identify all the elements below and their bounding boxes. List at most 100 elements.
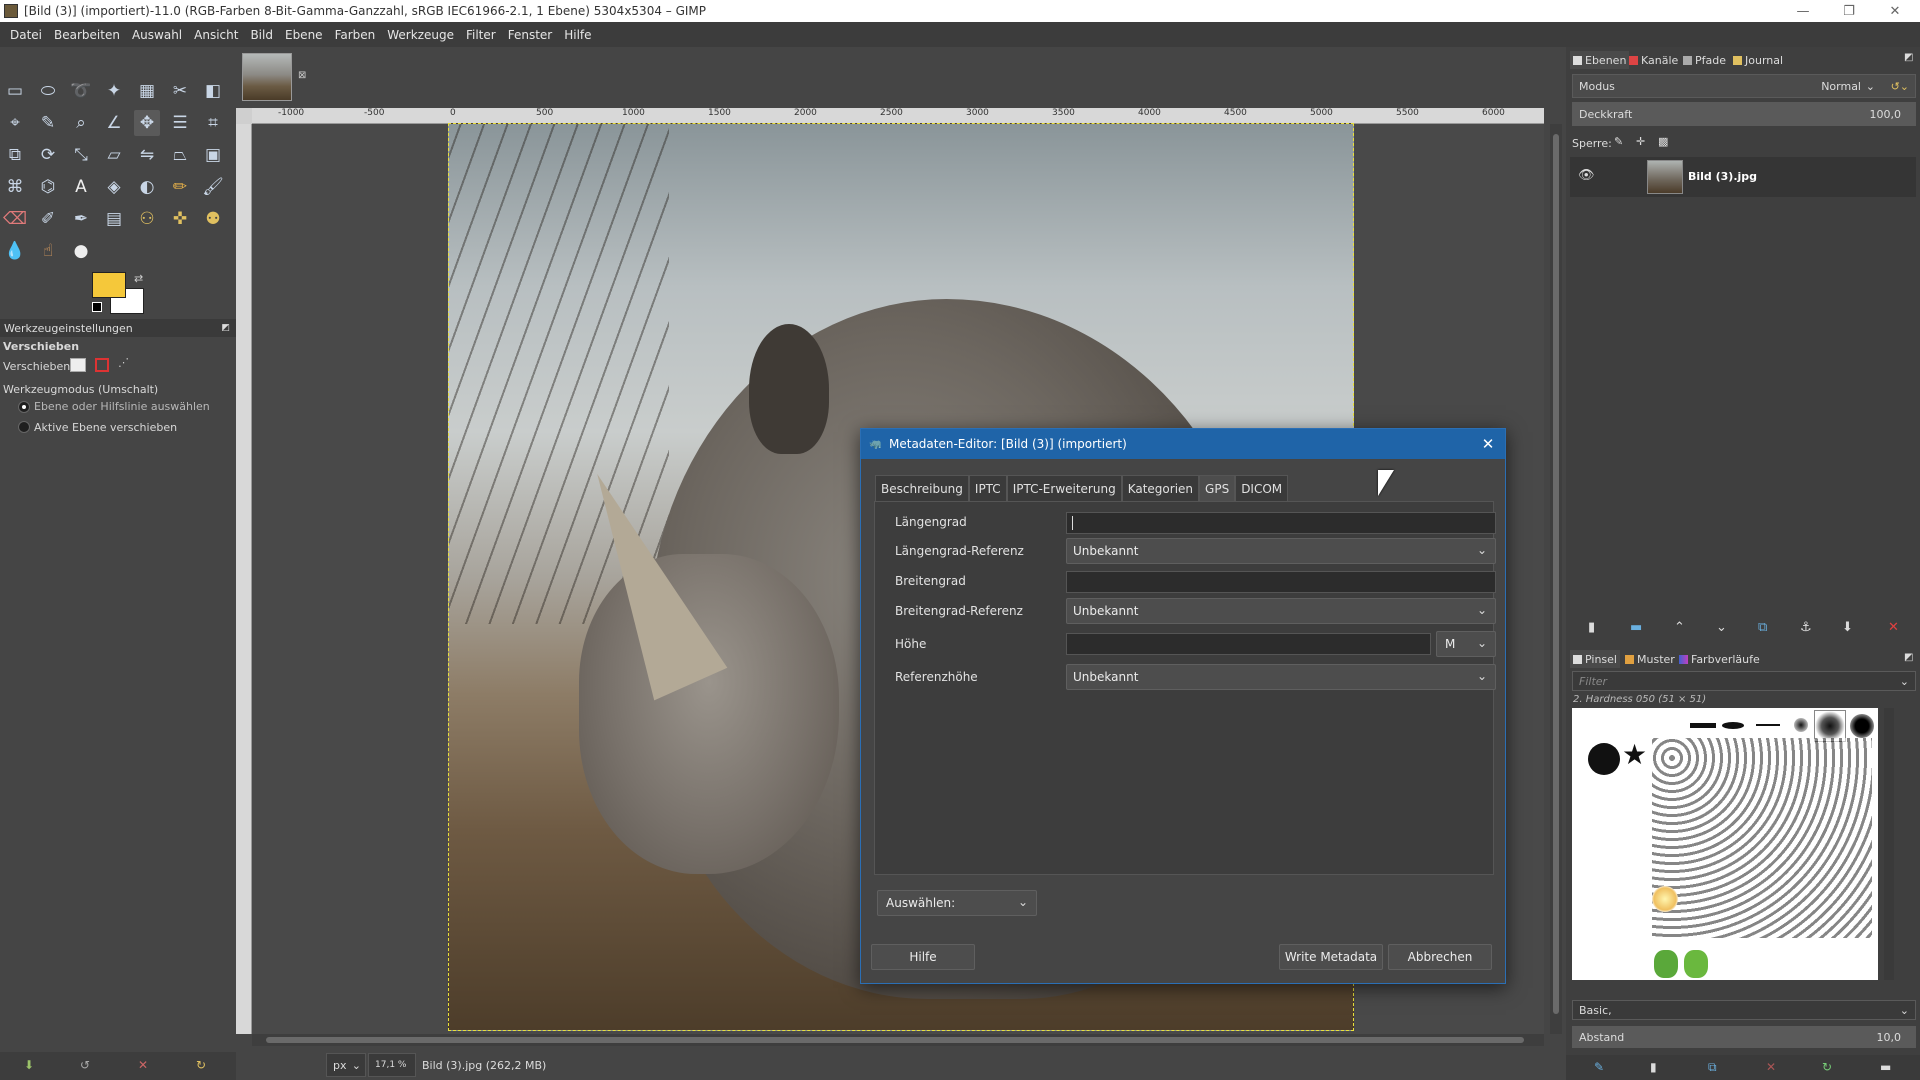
duplicate-brush-icon[interactable]: ⧉: [1708, 1060, 1717, 1075]
pencil-icon[interactable]: ✏: [167, 174, 193, 200]
ellipse-select-icon[interactable]: ⬭: [35, 78, 61, 104]
measure-icon[interactable]: ∠: [101, 110, 127, 136]
tab-muster[interactable]: Muster: [1622, 650, 1678, 668]
brush-filter-input[interactable]: Filter ⌄: [1572, 671, 1916, 691]
delete-layer-icon[interactable]: ✕: [1888, 620, 1899, 635]
dialog-titlebar[interactable]: 🦏 Metadaten-Editor: [Bild (3)] (importie…: [861, 429, 1505, 459]
duplicate-layer-icon[interactable]: ⧉: [1758, 620, 1767, 635]
move-selection-icon[interactable]: [95, 358, 109, 372]
new-brush-icon[interactable]: ▮: [1650, 1060, 1657, 1074]
lock-alpha-icon[interactable]: ▩: [1658, 135, 1668, 148]
crop-icon[interactable]: ⌗: [200, 110, 226, 136]
help-button[interactable]: Hilfe: [871, 944, 975, 970]
foreground-color-swatch[interactable]: [92, 272, 126, 298]
longitude-ref-select[interactable]: Unbekannt ⌄: [1066, 538, 1496, 564]
merge-layer-icon[interactable]: ⬇: [1842, 620, 1853, 635]
close-window-button[interactable]: ✕: [1872, 0, 1918, 22]
tab-kategorien[interactable]: Kategorien: [1121, 475, 1200, 501]
rotate-icon[interactable]: ⟳: [35, 142, 61, 168]
radio-move-active[interactable]: [18, 421, 30, 433]
brush-set-select[interactable]: Basic, ⌄: [1572, 1000, 1916, 1020]
brush-star[interactable]: ★: [1622, 738, 1647, 771]
opacity-slider[interactable]: Deckkraft 100,0: [1572, 102, 1916, 126]
blur-sharpen-icon[interactable]: 💧: [2, 238, 28, 264]
shear-icon[interactable]: ▱: [101, 142, 127, 168]
menu-hilfe[interactable]: Hilfe: [558, 28, 597, 42]
lock-pixels-icon[interactable]: ✎: [1614, 135, 1623, 148]
refresh-brushes-icon[interactable]: ↻: [1822, 1060, 1832, 1074]
reset-options-icon[interactable]: ↻: [196, 1058, 206, 1072]
brush-swatch[interactable]: [1722, 722, 1744, 729]
maximize-button[interactable]: ❐: [1826, 0, 1872, 22]
warp-icon[interactable]: ⌘: [2, 174, 28, 200]
tab-gps[interactable]: GPS: [1199, 475, 1236, 501]
move-tool-icon[interactable]: ✥: [134, 110, 160, 136]
longitude-input[interactable]: [1066, 512, 1496, 534]
tab-pfade[interactable]: Pfade: [1680, 51, 1729, 69]
perspective-icon[interactable]: ⏢: [167, 142, 193, 168]
brush-scrollbar[interactable]: [1884, 708, 1894, 980]
close-image-tab-icon[interactable]: ⊠: [298, 70, 306, 81]
tab-pinsel[interactable]: Pinsel: [1570, 650, 1620, 668]
tab-farbverlaeufe[interactable]: Farbverläufe: [1676, 650, 1763, 668]
cancel-button[interactable]: Abbrechen: [1388, 944, 1492, 970]
unit-select[interactable]: px ⌄: [326, 1053, 366, 1077]
radio-pick-layer[interactable]: [18, 401, 30, 413]
gradient-icon[interactable]: ◐: [134, 174, 160, 200]
delete-options-icon[interactable]: ✕: [138, 1058, 148, 1072]
brush-grid[interactable]: ★: [1572, 708, 1878, 980]
select-template-dropdown[interactable]: Auswählen: ⌄: [877, 890, 1037, 916]
menu-datei[interactable]: Datei: [4, 28, 48, 42]
tab-journal[interactable]: Journal: [1730, 51, 1786, 69]
scale-icon[interactable]: ⤡: [68, 142, 94, 168]
menu-auswahl[interactable]: Auswahl: [126, 28, 188, 42]
brush-textures[interactable]: [1652, 738, 1872, 938]
rect-select-icon[interactable]: ▭: [2, 78, 28, 104]
foreground-select-icon[interactable]: ◧: [200, 78, 226, 104]
latitude-ref-select[interactable]: Unbekannt ⌄: [1066, 598, 1496, 624]
clone-icon[interactable]: ⚇: [134, 206, 160, 232]
bucket-fill-icon[interactable]: ◈: [101, 174, 127, 200]
color-select-icon[interactable]: ▦: [134, 78, 160, 104]
visibility-eye-icon[interactable]: 👁: [1578, 168, 1595, 183]
latitude-input[interactable]: [1066, 571, 1496, 593]
lower-layer-icon[interactable]: ⌄: [1716, 620, 1727, 635]
horizontal-scrollbar[interactable]: [252, 1034, 1544, 1046]
tab-iptc[interactable]: IPTC: [968, 475, 1007, 501]
spacing-slider[interactable]: Abstand 10,0: [1572, 1026, 1916, 1048]
minimize-button[interactable]: —: [1780, 0, 1826, 22]
mode-row[interactable]: Modus Normal ⌄ ↺⌄: [1572, 74, 1916, 98]
dodge-burn-icon[interactable]: ●: [68, 238, 94, 264]
brush-pepper[interactable]: [1684, 950, 1708, 978]
fuzzy-select-icon[interactable]: ✦: [101, 78, 127, 104]
layer-name[interactable]: Bild (3).jpg: [1688, 170, 1757, 183]
align-icon[interactable]: ☰: [167, 110, 193, 136]
vertical-scrollbar[interactable]: [1550, 124, 1562, 1034]
cage-icon[interactable]: ▣: [200, 142, 226, 168]
default-colors-icon[interactable]: [92, 302, 102, 312]
brush-swatch[interactable]: [1652, 886, 1678, 912]
menu-werkzeuge[interactable]: Werkzeuge: [381, 28, 460, 42]
new-layer-icon[interactable]: ▮: [1588, 620, 1595, 635]
move-path-icon[interactable]: ⋰: [118, 356, 129, 369]
reset-mode-icon[interactable]: ↺⌄: [1891, 80, 1909, 93]
save-options-icon[interactable]: ⬇: [24, 1058, 34, 1072]
ink-icon[interactable]: ✒: [68, 206, 94, 232]
menu-bild[interactable]: Bild: [244, 28, 279, 42]
move-layer-icon[interactable]: [70, 358, 86, 372]
tab-dicom[interactable]: DICOM: [1235, 475, 1289, 501]
menu-bearbeiten[interactable]: Bearbeiten: [48, 28, 126, 42]
new-layer-group-icon[interactable]: ▬: [1630, 620, 1642, 635]
brush-swatch[interactable]: [1850, 714, 1874, 738]
raise-layer-icon[interactable]: ⌃: [1674, 620, 1685, 635]
altitude-input[interactable]: [1066, 633, 1431, 655]
smudge-icon[interactable]: ☝: [35, 238, 61, 264]
mypaint-brush-icon[interactable]: ▤: [101, 206, 127, 232]
open-brush-icon[interactable]: ▬: [1880, 1060, 1891, 1074]
paths-icon[interactable]: ⌖: [2, 110, 28, 136]
write-metadata-button[interactable]: Write Metadata: [1279, 944, 1383, 970]
menu-ansicht[interactable]: Ansicht: [188, 28, 244, 42]
menu-fenster[interactable]: Fenster: [502, 28, 559, 42]
tab-beschreibung[interactable]: Beschreibung: [875, 475, 969, 501]
text-tool-icon[interactable]: A: [68, 174, 94, 200]
